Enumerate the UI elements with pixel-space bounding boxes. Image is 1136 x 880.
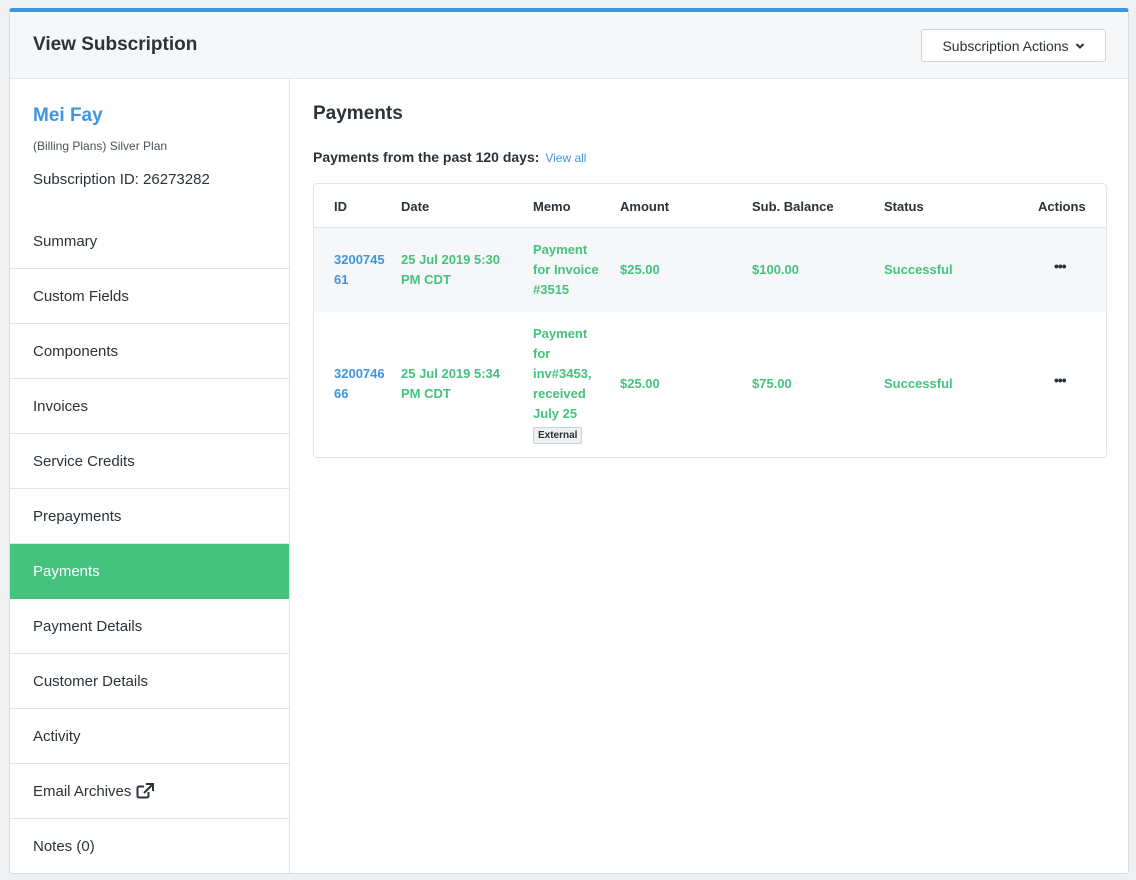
sidebar-item-components[interactable]: Components (10, 324, 289, 379)
sidebar-item-label: Notes (0) (33, 837, 95, 855)
sidebar-item-label: Service Credits (33, 452, 135, 470)
subscription-actions-label: Subscription Actions (942, 37, 1069, 54)
main-content: Payments Payments from the past 120 days… (291, 79, 1128, 873)
sidebar-item-service-credits[interactable]: Service Credits (10, 434, 289, 489)
sidebar-item-email-archives[interactable]: Email Archives (10, 764, 289, 819)
payment-date: 25 Jul 2019 5:30 PM CDT (401, 250, 500, 290)
section-title: Payments (313, 103, 403, 124)
sidebar-item-label: Payments (33, 562, 100, 580)
page-header: View Subscription Subscription Actions (10, 12, 1128, 79)
payment-memo-line: for Invoice (533, 262, 599, 277)
customer-name-link[interactable]: Mei Fay (33, 105, 103, 127)
sidebar-item-label: Prepayments (33, 507, 122, 525)
subscription-id: Subscription ID: 26273282 (33, 171, 210, 188)
more-horizontal-icon[interactable]: ••• (1054, 258, 1067, 274)
external-badge: External (533, 427, 583, 444)
payment-memo-line: #3515 (533, 282, 570, 297)
column-header-actions: Actions (1038, 199, 1086, 214)
sidebar-item-notes[interactable]: Notes (0) (10, 819, 289, 873)
table-row: 3200745 61 25 Jul 2019 5:30 PM CDT Payme… (314, 228, 1106, 312)
payment-id-line: 3200746 (334, 366, 385, 381)
column-header-sub-balance[interactable]: Sub. Balance (752, 199, 834, 214)
payment-date-line: 25 Jul 2019 5:34 (401, 366, 501, 381)
subscription-actions-button[interactable]: Subscription Actions (921, 29, 1106, 62)
payments-subtitle: Payments from the past 120 days: View al… (313, 149, 586, 165)
table-row: 3200746 66 25 Jul 2019 5:34 PM CDT Payme… (314, 312, 1106, 457)
payment-id-line: 66 (334, 386, 349, 401)
column-header-memo[interactable]: Memo (533, 199, 571, 214)
payment-id-link[interactable]: 3200745 61 (334, 250, 385, 290)
payment-memo-line: Payment (533, 326, 588, 341)
sidebar-item-label: Activity (33, 727, 81, 745)
payment-sub-balance: $100.00 (752, 262, 799, 277)
sidebar: Mei Fay (Billing Plans) Silver Plan Subs… (10, 79, 290, 873)
column-header-status[interactable]: Status (884, 199, 924, 214)
payment-status: Successful (884, 262, 953, 277)
sidebar-nav: Summary Custom Fields Components Invoice… (10, 214, 289, 873)
sidebar-item-label: Payment Details (33, 617, 143, 635)
sidebar-item-prepayments[interactable]: Prepayments (10, 489, 289, 544)
payment-memo-line: received (533, 386, 586, 401)
subtitle-text: Payments from the past 120 days: (313, 149, 540, 165)
payment-sub-balance: $75.00 (752, 376, 792, 391)
payment-date: 25 Jul 2019 5:34 PM CDT (401, 364, 500, 404)
sidebar-item-custom-fields[interactable]: Custom Fields (10, 269, 289, 324)
view-all-link[interactable]: View all (545, 151, 586, 165)
payment-memo-line: inv#3453, (533, 366, 592, 381)
payment-date-line: PM CDT (401, 386, 451, 401)
payment-memo-line: for (533, 346, 551, 361)
payment-amount: $25.00 (620, 376, 660, 391)
sidebar-item-invoices[interactable]: Invoices (10, 379, 289, 434)
payment-amount: $25.00 (620, 262, 660, 277)
external-link-icon (136, 783, 155, 799)
payment-id-line: 3200745 (334, 252, 385, 267)
plan-label: (Billing Plans) Silver Plan (33, 139, 168, 153)
sidebar-item-activity[interactable]: Activity (10, 709, 289, 764)
more-horizontal-icon[interactable]: ••• (1054, 372, 1067, 388)
payment-date-line: 25 Jul 2019 5:30 (401, 252, 501, 267)
sidebar-item-label: Summary (33, 232, 98, 250)
sidebar-item-customer-details[interactable]: Customer Details (10, 654, 289, 709)
sidebar-item-label: Email Archives (33, 782, 132, 800)
sidebar-item-summary[interactable]: Summary (10, 214, 289, 269)
sidebar-item-label: Invoices (33, 397, 89, 415)
column-header-date[interactable]: Date (401, 199, 429, 214)
payment-id-link[interactable]: 3200746 66 (334, 364, 385, 404)
sidebar-item-label: Custom Fields (33, 287, 129, 305)
payment-memo-line: Payment (533, 242, 588, 257)
column-header-id[interactable]: ID (334, 199, 347, 214)
subscription-card: View Subscription Subscription Actions M… (9, 8, 1129, 874)
payment-memo: Payment for Invoice #3515 (533, 240, 599, 300)
page-title: View Subscription (33, 34, 198, 55)
sidebar-item-label: Components (33, 342, 119, 360)
column-header-amount[interactable]: Amount (620, 199, 669, 214)
sidebar-item-payments[interactable]: Payments (10, 544, 289, 599)
payment-id-line: 61 (334, 272, 349, 287)
payment-date-line: PM CDT (401, 272, 451, 287)
table-header: ID Date Memo Amount Sub. Balance Status … (314, 184, 1106, 228)
payment-status: Successful (884, 376, 953, 391)
sidebar-item-payment-details[interactable]: Payment Details (10, 599, 289, 654)
sidebar-item-label: Customer Details (33, 672, 149, 690)
payments-table: ID Date Memo Amount Sub. Balance Status … (313, 183, 1107, 458)
chevron-down-icon (1075, 42, 1084, 49)
payment-memo: Payment for inv#3453, received July 25 E… (533, 324, 592, 444)
payment-memo-line: July 25 (533, 406, 578, 421)
